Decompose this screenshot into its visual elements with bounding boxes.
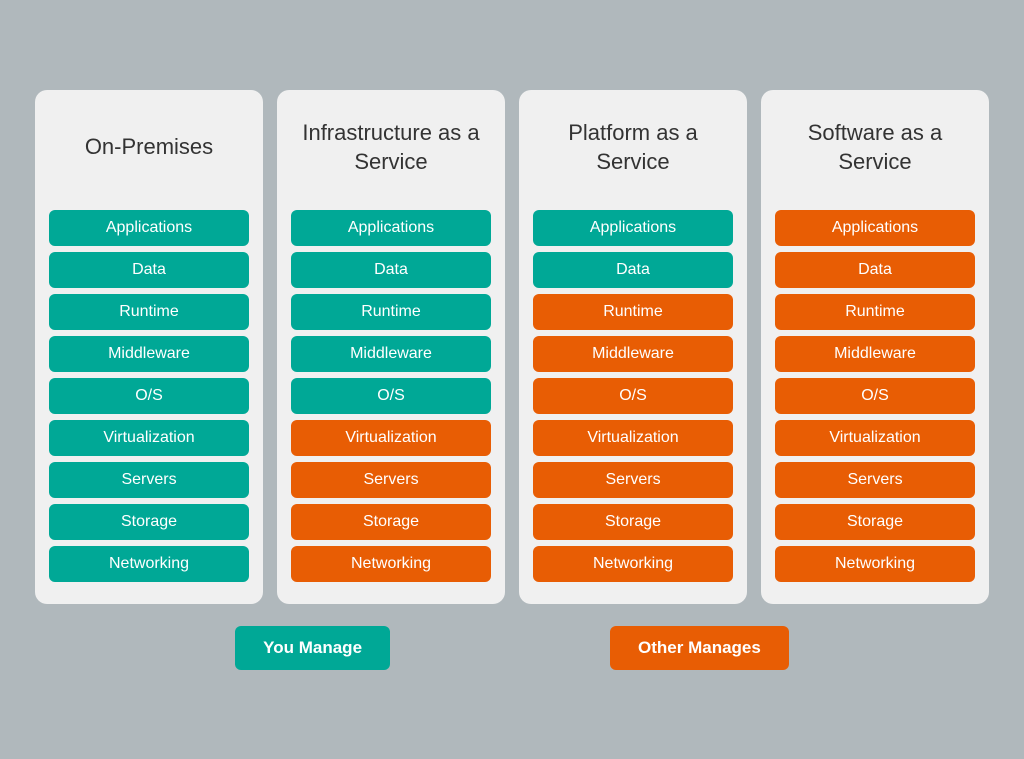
item-saas-3: Middleware — [775, 336, 975, 372]
item-on-premises-5: Virtualization — [49, 420, 249, 456]
item-iaas-3: Middleware — [291, 336, 491, 372]
columns-row: On-Premises Applications Data Runtime Middle… — [10, 90, 1014, 604]
item-paas-1: Data — [533, 252, 733, 288]
item-on-premises-8: Networking — [49, 546, 249, 582]
column-on-premises: On-Premises Applications Data Runtime Middle… — [35, 90, 263, 604]
column-paas: Platform as a Service Applications Data Run… — [519, 90, 747, 604]
you-manage-badge: You Manage — [235, 626, 390, 670]
item-iaas-4: O/S — [291, 378, 491, 414]
item-paas-7: Storage — [533, 504, 733, 540]
column-title-iaas: Infrastructure as a Service — [291, 108, 491, 188]
item-iaas-5: Virtualization — [291, 420, 491, 456]
other-manages-badge: Other Manages — [610, 626, 789, 670]
column-title-saas: Software as a Service — [775, 108, 975, 188]
item-saas-4: O/S — [775, 378, 975, 414]
item-on-premises-7: Storage — [49, 504, 249, 540]
item-on-premises-2: Runtime — [49, 294, 249, 330]
item-on-premises-0: Applications — [49, 210, 249, 246]
items-list-on-premises: Applications Data Runtime Middleware O/S Virt… — [49, 210, 249, 582]
item-iaas-1: Data — [291, 252, 491, 288]
item-iaas-7: Storage — [291, 504, 491, 540]
item-saas-1: Data — [775, 252, 975, 288]
item-iaas-0: Applications — [291, 210, 491, 246]
item-paas-6: Servers — [533, 462, 733, 498]
item-saas-8: Networking — [775, 546, 975, 582]
item-iaas-6: Servers — [291, 462, 491, 498]
item-paas-3: Middleware — [533, 336, 733, 372]
column-title-on-premises: On-Premises — [85, 108, 213, 188]
item-on-premises-6: Servers — [49, 462, 249, 498]
item-iaas-2: Runtime — [291, 294, 491, 330]
main-container: On-Premises Applications Data Runtime Middle… — [0, 70, 1024, 690]
item-saas-0: Applications — [775, 210, 975, 246]
item-paas-0: Applications — [533, 210, 733, 246]
item-on-premises-1: Data — [49, 252, 249, 288]
item-on-premises-3: Middleware — [49, 336, 249, 372]
item-saas-6: Servers — [775, 462, 975, 498]
column-saas: Software as a Service Applications Data Run… — [761, 90, 989, 604]
item-saas-2: Runtime — [775, 294, 975, 330]
item-paas-2: Runtime — [533, 294, 733, 330]
column-title-paas: Platform as a Service — [533, 108, 733, 188]
item-paas-4: O/S — [533, 378, 733, 414]
item-saas-5: Virtualization — [775, 420, 975, 456]
items-list-saas: Applications Data Runtime Middleware O/S Virt… — [775, 210, 975, 582]
items-list-iaas: Applications Data Runtime Middleware O/S Virt… — [291, 210, 491, 582]
item-on-premises-4: O/S — [49, 378, 249, 414]
item-saas-7: Storage — [775, 504, 975, 540]
items-list-paas: Applications Data Runtime Middleware O/S Virt… — [533, 210, 733, 582]
item-paas-5: Virtualization — [533, 420, 733, 456]
item-iaas-8: Networking — [291, 546, 491, 582]
column-iaas: Infrastructure as a Service Applications D… — [277, 90, 505, 604]
item-paas-8: Networking — [533, 546, 733, 582]
legend-row: You Manage Other Manages — [10, 626, 1014, 670]
